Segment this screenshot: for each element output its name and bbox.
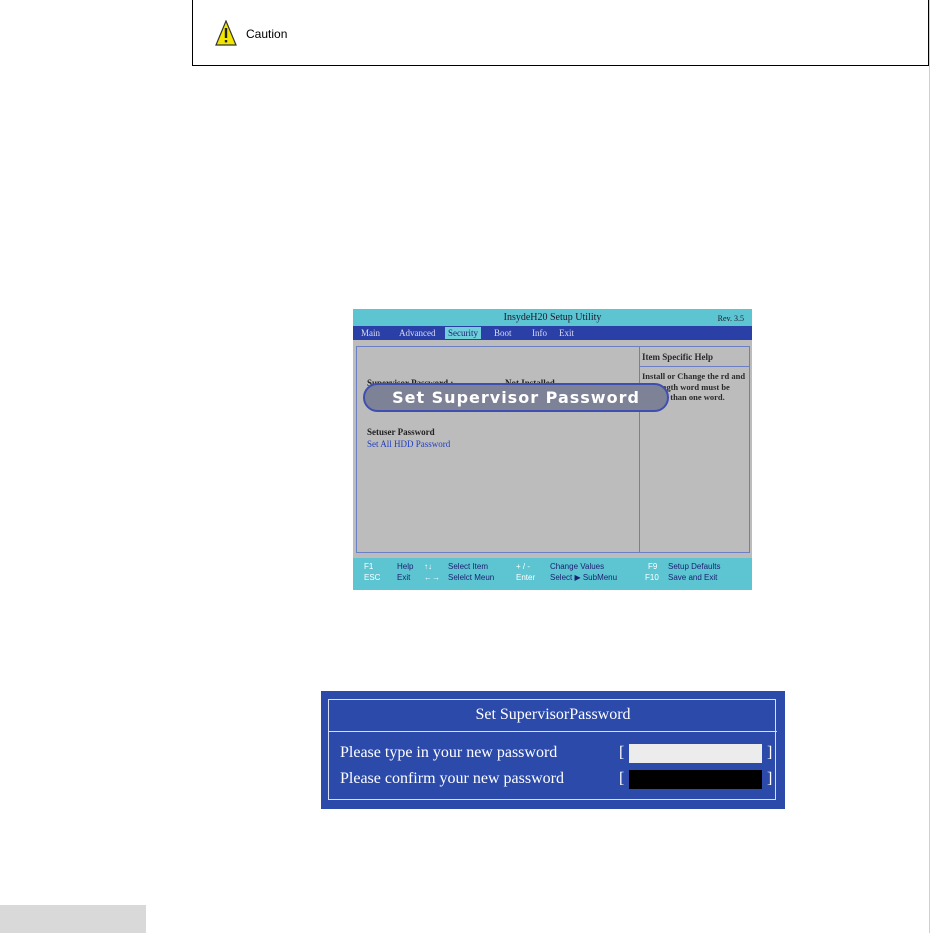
confirm-password-bracket-close: ] <box>767 770 773 787</box>
bios-title: InsydeH20 Setup Utility <box>503 312 602 323</box>
new-password-input[interactable] <box>629 744 762 763</box>
save-and-exit-text: Save and Exit <box>668 573 718 582</box>
dialog-title: Set SupervisorPassword <box>475 706 631 723</box>
change-values-text: Change Values <box>550 562 605 571</box>
menu-security[interactable]: Security <box>445 327 481 339</box>
key-help-text: Help <box>397 562 414 571</box>
bios-titlebar: InsydeH20 Setup Utility Rev. 3.5 <box>353 309 752 326</box>
help-title: Item Specific Help <box>642 352 713 362</box>
menu-boot[interactable]: Boot <box>494 328 512 338</box>
key-f9: F9 <box>648 562 658 571</box>
item-help-panel: Item Specific Help Install or Change the… <box>640 346 750 553</box>
bios-revision: Rev. 3.5 <box>717 314 744 323</box>
key-esc: ESC <box>364 573 381 582</box>
set-all-hdd-password-item[interactable]: Set All HDD Password <box>367 439 450 449</box>
page-edge-line <box>929 0 930 933</box>
security-options-panel: Supervisor Password : Not Installed Setu… <box>356 346 640 553</box>
help-divider <box>640 366 749 367</box>
setup-defaults-text: Setup Defaults <box>668 562 721 571</box>
caution-label: Caution <box>246 27 288 41</box>
callout-label: Set Supervisor Password <box>392 388 640 407</box>
bios-key-legend: F1 Help ↑↓ Select Item + / - Change Valu… <box>353 558 752 590</box>
new-password-bracket-open: [ <box>619 744 625 761</box>
menu-advanced[interactable]: Advanced <box>399 328 435 338</box>
key-plusminus: + / - <box>516 562 531 571</box>
confirm-password-input[interactable] <box>629 770 762 789</box>
new-password-prompt: Please type in your new password <box>340 744 558 761</box>
caution-box: Caution <box>192 0 929 66</box>
page-footer-bar <box>0 905 146 933</box>
dialog-frame: Set SupervisorPassword Please type in yo… <box>328 699 777 800</box>
set-supervisor-password-callout[interactable]: Set Supervisor Password <box>363 383 669 412</box>
key-f10: F10 <box>645 573 659 582</box>
warning-icon <box>215 20 237 46</box>
select-menu-text: Selelct Meun <box>448 573 495 582</box>
select-submenu-text: Select ▶ SubMenu <box>550 573 618 582</box>
key-f1: F1 <box>364 562 374 571</box>
bios-screen: InsydeH20 Setup Utility Rev. 3.5 Main Ad… <box>353 309 752 590</box>
menu-info[interactable]: Info <box>532 328 547 338</box>
menu-exit[interactable]: Exit <box>559 328 574 338</box>
confirm-password-prompt: Please confirm your new password <box>340 770 564 787</box>
new-password-bracket-close: ] <box>767 744 773 761</box>
set-supervisor-password-dialog: Set SupervisorPassword Please type in yo… <box>321 691 785 809</box>
key-enter: Enter <box>516 573 536 582</box>
arrow-updown-icon: ↑↓ <box>424 562 432 571</box>
menu-main[interactable]: Main <box>361 328 380 338</box>
bios-menubar: Main Advanced Security Boot Info Exit <box>353 326 752 340</box>
select-item-text: Select Item <box>448 562 489 571</box>
key-exit-text: Exit <box>397 573 411 582</box>
setuser-password-item[interactable]: Setuser Password <box>367 427 435 437</box>
confirm-password-bracket-open: [ <box>619 770 625 787</box>
dialog-divider <box>329 731 777 732</box>
arrow-leftright-icon: ←→ <box>424 573 440 582</box>
